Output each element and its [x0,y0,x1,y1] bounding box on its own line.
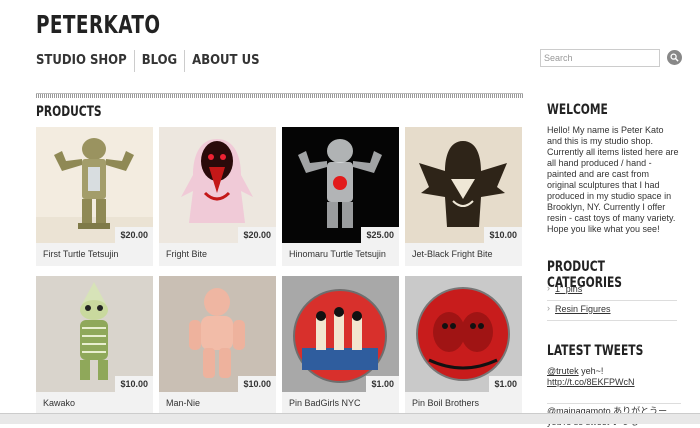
product-price: $10.00 [238,376,276,392]
product-name[interactable]: Man-Nie [159,392,276,415]
product-price: $1.00 [366,376,399,392]
products-title: PRODUCTS [36,104,102,120]
kawako-figure-image [80,282,108,380]
product-card[interactable]: $20.00 Fright Bite [159,127,276,266]
category-item: 1" pins [547,281,677,301]
welcome-text: Hello! My name is Peter Kato and this is… [547,125,679,234]
robot-figure-image [36,138,153,243]
nav-studio-shop[interactable]: STUDIO SHOP [36,50,134,72]
search-input[interactable] [540,49,660,67]
category-link-pins[interactable]: 1" pins [555,284,582,294]
header-divider [36,93,523,98]
product-image[interactable]: $10.00 [159,276,276,392]
product-name[interactable]: Kawako [36,392,153,415]
search-button[interactable] [667,50,682,65]
product-image[interactable]: $20.00 [36,127,153,243]
tweets-title: LATEST TWEETS [547,343,644,359]
product-card[interactable]: $20.00 First Turtle Tetsujin [36,127,153,266]
nav-about-us[interactable]: ABOUT US [184,50,266,72]
clear-robot-figure-image [298,139,382,228]
tweet-item: @trutek yeh~! http://t.co/8EKFPWcN [547,366,681,388]
product-image[interactable]: $10.00 [405,127,522,243]
man-nie-figure-image [189,288,245,378]
tweet-link[interactable]: http://t.co/8EKFPWcN [547,377,635,387]
product-name[interactable]: Fright Bite [159,243,276,266]
product-card[interactable]: $1.00 Pin Boil Brothers [405,276,522,415]
product-name[interactable]: Pin Boil Brothers [405,392,522,415]
product-price: $1.00 [489,376,522,392]
product-price: $20.00 [238,227,276,243]
main-nav: STUDIO SHOP BLOG ABOUT US [36,50,267,72]
tweet-text: yeh~! [578,366,604,376]
product-image[interactable]: $1.00 [282,276,399,392]
nav-blog[interactable]: BLOG [133,50,184,72]
category-link-resin-figures[interactable]: Resin Figures [555,304,611,314]
product-grid: $20.00 First Turtle Tetsujin $20.00 Frig… [36,127,522,415]
welcome-title: WELCOME [547,102,608,118]
fright-bite-figure-image [181,139,253,223]
product-price: $10.00 [484,227,522,243]
window-scrollbar[interactable] [0,413,700,424]
category-item: Resin Figures [547,301,677,321]
product-price: $25.00 [361,227,399,243]
product-name[interactable]: Hinomaru Turtle Tetsujin [282,243,399,266]
product-name[interactable]: Jet-Black Fright Bite [405,243,522,266]
tweet-user[interactable]: @trutek [547,366,579,376]
product-card[interactable]: $1.00 Pin BadGirls NYC [282,276,399,415]
product-image[interactable]: $20.00 [159,127,276,243]
search-icon [670,53,679,62]
product-image[interactable]: $1.00 [405,276,522,392]
product-price: $10.00 [115,376,153,392]
boil-brothers-pin-image [416,287,510,381]
product-name[interactable]: First Turtle Tetsujin [36,243,153,266]
bat-figure-image [419,141,507,227]
product-image[interactable]: $10.00 [36,276,153,392]
product-card[interactable]: $10.00 Jet-Black Fright Bite [405,127,522,266]
product-card[interactable]: $10.00 Man-Nie [159,276,276,415]
badgirls-pin-image [293,289,387,383]
product-image[interactable]: $25.00 [282,127,399,243]
category-list: 1" pins Resin Figures [547,281,677,321]
product-card[interactable]: $25.00 Hinomaru Turtle Tetsujin [282,127,399,266]
product-card[interactable]: $10.00 Kawako [36,276,153,415]
product-price: $20.00 [115,227,153,243]
site-title[interactable]: PETERKATO [36,10,160,39]
product-name[interactable]: Pin BadGirls NYC [282,392,399,415]
